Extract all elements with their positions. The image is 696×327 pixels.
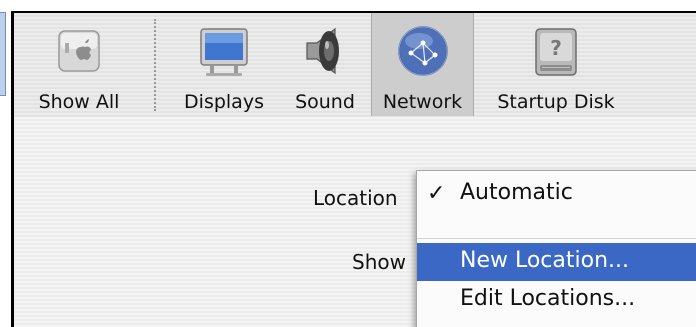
toolbar-startup-disk-label: Startup Disk — [497, 91, 615, 113]
menu-item-new-location-label: New Location... — [460, 248, 630, 273]
menu-separator — [417, 238, 696, 239]
location-popup-menu: ✓ Automatic New Location... Edit Locatio… — [416, 170, 696, 327]
toolbar-displays-label: Displays — [184, 91, 264, 113]
toolbar: Show All Displays Sound Network ? Startu… — [14, 13, 696, 118]
toolbar-separator — [154, 19, 156, 111]
menu-item-new-location[interactable]: New Location... — [417, 243, 696, 281]
toolbar-sound-button[interactable]: Sound — [284, 13, 366, 116]
toolbar-network-label: Network — [382, 91, 463, 113]
menu-item-automatic-label: Automatic — [460, 180, 573, 205]
toolbar-show-all-label: Show All — [38, 91, 120, 113]
apple-switch-icon — [58, 30, 100, 72]
hard-disk-icon: ? — [535, 28, 577, 76]
system-preferences-window: Show All Displays Sound Network ? Startu… — [11, 11, 696, 327]
display-icon — [200, 28, 248, 76]
checkmark-icon: ✓ — [427, 181, 446, 206]
menu-item-edit-locations[interactable]: Edit Locations... — [417, 281, 696, 319]
svg-text:?: ? — [550, 36, 562, 60]
location-label: Location — [313, 186, 398, 210]
network-globe-icon — [397, 26, 448, 76]
window-edge-marker — [0, 12, 6, 96]
toolbar-displays-button[interactable]: Displays — [174, 13, 274, 116]
show-label: Show — [352, 250, 406, 274]
toolbar-sound-label: Sound — [295, 91, 355, 113]
toolbar-show-all-button[interactable]: Show All — [24, 13, 134, 116]
menu-item-edit-locations-label: Edit Locations... — [460, 286, 636, 311]
menu-item-automatic[interactable]: ✓ Automatic — [417, 175, 696, 213]
toolbar-startup-disk-button[interactable]: ? Startup Disk — [486, 13, 626, 116]
toolbar-network-button[interactable]: Network — [371, 13, 474, 116]
speaker-icon — [306, 27, 339, 75]
